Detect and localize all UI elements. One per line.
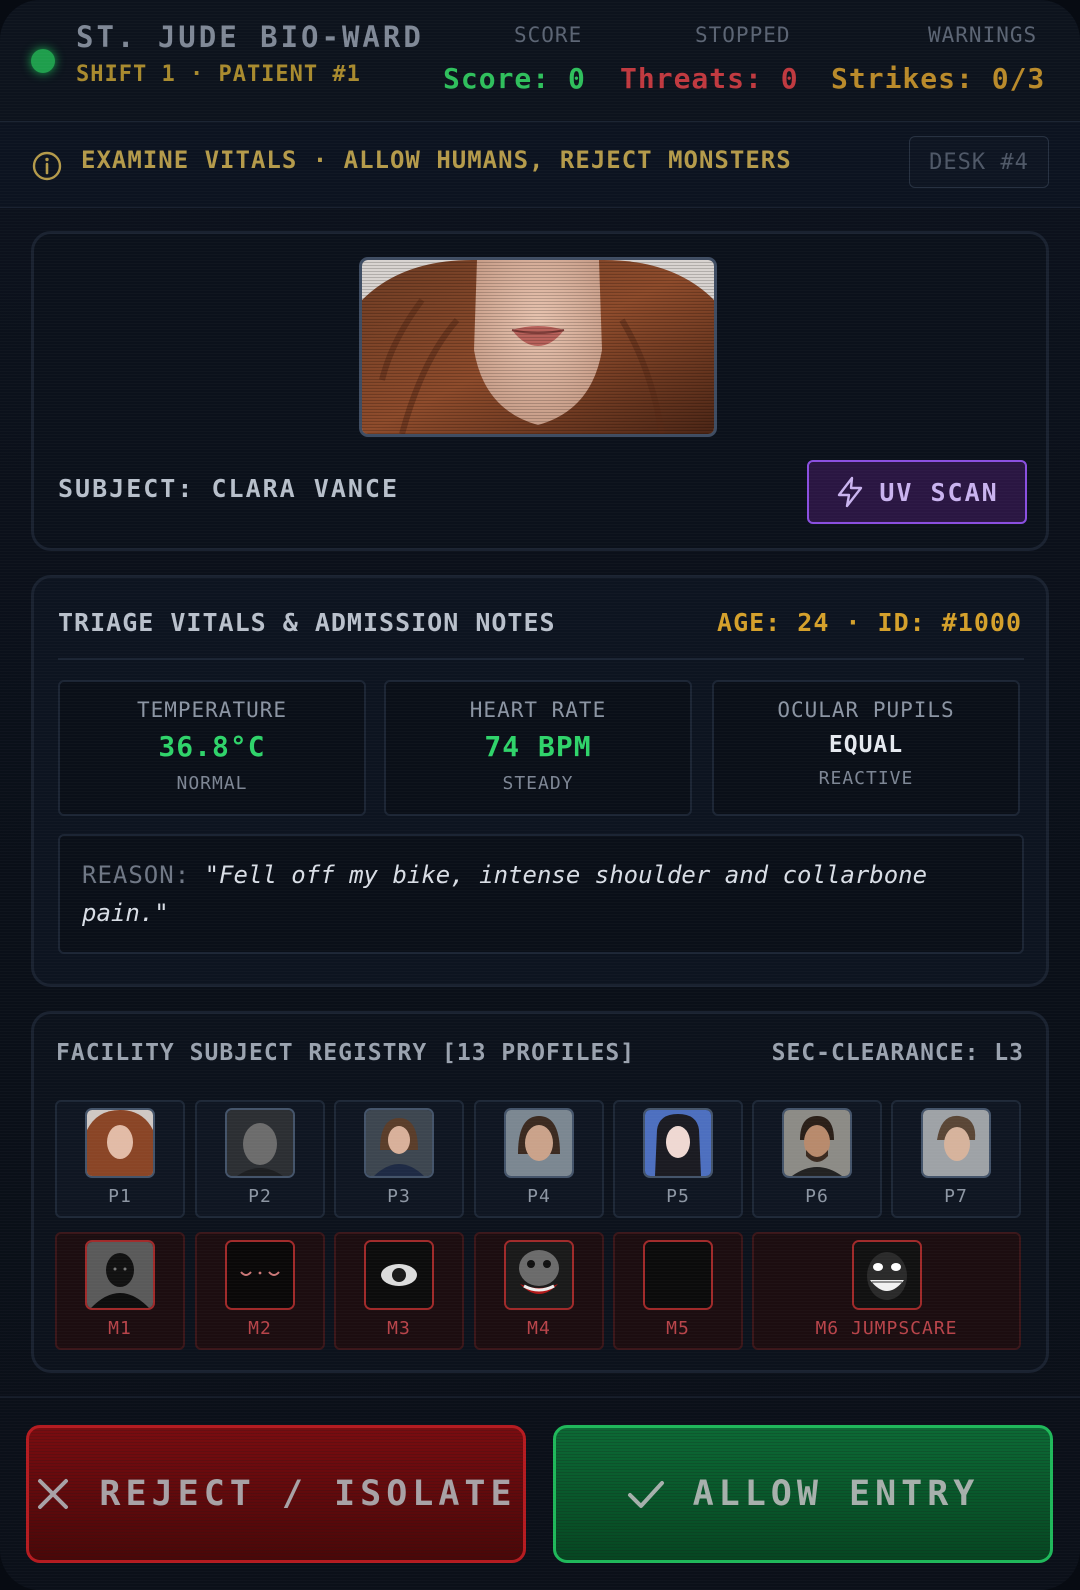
status-light	[31, 49, 55, 73]
subject-portrait	[359, 257, 717, 437]
info-icon	[32, 151, 62, 181]
profile-label: P4	[527, 1186, 551, 1207]
profile-label: M2	[248, 1318, 272, 1339]
strikes-value: Strikes: 0/3	[831, 62, 1046, 95]
subject-registry: FACILITY SUBJECT REGISTRY [13 PROFILES] …	[31, 1011, 1049, 1373]
security-clearance: SEC-CLEARANCE: L3	[771, 1040, 1024, 1066]
lightning-icon	[838, 476, 863, 508]
profile-thumbnail	[643, 1108, 713, 1178]
profile-label: P2	[248, 1186, 272, 1207]
profile-label: M4	[527, 1318, 551, 1339]
reason-label: REASON:	[82, 861, 191, 889]
profile-thumbnail	[782, 1108, 852, 1178]
profile-m3[interactable]: M3	[334, 1232, 464, 1350]
profile-label: P5	[666, 1186, 690, 1207]
reject-isolate-button[interactable]: REJECT / ISOLATE	[26, 1425, 526, 1563]
profile-thumbnail	[225, 1240, 295, 1310]
reject-label: REJECT / ISOLATE	[99, 1474, 517, 1514]
profile-label: P1	[108, 1186, 132, 1207]
profile-label: M5	[666, 1318, 690, 1339]
uv-scan-label: UV SCAN	[879, 477, 999, 507]
profile-m4[interactable]: M4	[474, 1232, 604, 1350]
instruction-bar: EXAMINE VITALS · ALLOW HUMANS, REJECT MO…	[0, 122, 1080, 208]
pupils-status: REACTIVE	[818, 768, 914, 789]
vitals-title: TRIAGE VITALS & ADMISSION NOTES	[58, 608, 556, 637]
profile-p7[interactable]: P7	[891, 1100, 1021, 1218]
divider	[58, 658, 1024, 660]
score-value: Score: 0	[443, 62, 586, 95]
admission-reason: REASON: "Fell off my bike, intense shoul…	[58, 834, 1024, 954]
profile-p1[interactable]: P1	[55, 1100, 185, 1218]
uv-scan-button[interactable]: UV SCAN	[807, 460, 1027, 524]
age-id-label: AGE: 24 · ID: #1000	[717, 608, 1022, 637]
profile-p5[interactable]: P5	[613, 1100, 743, 1218]
allow-entry-button[interactable]: ALLOW ENTRY	[553, 1425, 1053, 1563]
subject-name: SUBJECT: CLARA VANCE	[58, 474, 400, 503]
profile-p6[interactable]: P6	[752, 1100, 882, 1218]
profile-m2[interactable]: M2	[195, 1232, 325, 1350]
warnings-label: WARNINGS	[928, 23, 1038, 47]
allow-label: ALLOW ENTRY	[692, 1474, 980, 1514]
pupils-card: OCULAR PUPILS EQUAL REACTIVE	[712, 680, 1020, 816]
profile-thumbnail	[504, 1240, 574, 1310]
desk-badge: DESK #4	[909, 136, 1049, 188]
divider	[0, 1396, 1080, 1398]
profile-label: P7	[944, 1186, 968, 1207]
profile-m1[interactable]: M1	[55, 1232, 185, 1350]
profile-label: M6 JUMPSCARE	[815, 1318, 958, 1339]
stopped-label: STOPPED	[695, 23, 791, 47]
profile-thumbnail	[364, 1108, 434, 1178]
profile-label: P6	[805, 1186, 829, 1207]
temperature-status: NORMAL	[176, 773, 248, 794]
temperature-label: TEMPERATURE	[136, 698, 288, 722]
profile-label: M1	[108, 1318, 132, 1339]
temperature-value: 36.8°C	[158, 730, 266, 763]
registry-title: FACILITY SUBJECT REGISTRY [13 PROFILES]	[56, 1040, 636, 1066]
shift-patient-label: SHIFT 1 · PATIENT #1	[76, 62, 361, 87]
heart-rate-status: STEADY	[502, 773, 574, 794]
vitals-panel: TRIAGE VITALS & ADMISSION NOTES AGE: 24 …	[31, 575, 1049, 987]
reason-text: "Fell off my bike, intense shoulder and …	[82, 861, 928, 927]
profile-m5[interactable]: M5	[613, 1232, 743, 1350]
heart-rate-card: HEART RATE 74 BPM STEADY	[384, 680, 692, 816]
profile-thumbnail	[504, 1108, 574, 1178]
heart-rate-label: HEART RATE	[469, 698, 607, 722]
profile-thumbnail	[85, 1240, 155, 1310]
instruction-text: EXAMINE VITALS · ALLOW HUMANS, REJECT MO…	[81, 146, 792, 174]
ward-title: ST. JUDE BIO-WARD	[76, 20, 424, 54]
pupils-label: OCULAR PUPILS	[777, 698, 955, 722]
profile-thumbnail	[364, 1240, 434, 1310]
profile-thumbnail	[225, 1108, 295, 1178]
score-label: SCORE	[514, 23, 583, 47]
heart-rate-value: 74 BPM	[484, 730, 592, 763]
check-icon	[627, 1481, 664, 1508]
profile-p4[interactable]: P4	[474, 1100, 604, 1218]
temperature-card: TEMPERATURE 36.8°C NORMAL	[58, 680, 366, 816]
profile-thumbnail	[85, 1108, 155, 1178]
profile-thumbnail	[643, 1240, 713, 1310]
profile-p2[interactable]: P2	[195, 1100, 325, 1218]
profile-thumbnail	[921, 1108, 991, 1178]
subject-panel: SUBJECT: CLARA VANCE UV SCAN	[31, 231, 1049, 551]
status-header: ST. JUDE BIO-WARD SHIFT 1 · PATIENT #1 S…	[0, 0, 1080, 122]
game-screen: ST. JUDE BIO-WARD SHIFT 1 · PATIENT #1 S…	[0, 0, 1080, 1590]
profile-m6[interactable]: M6 JUMPSCARE	[752, 1232, 1021, 1350]
profile-p3[interactable]: P3	[334, 1100, 464, 1218]
close-icon	[38, 1479, 69, 1509]
profile-thumbnail	[852, 1240, 922, 1310]
pupils-value: EQUAL	[828, 732, 904, 758]
profile-label: P3	[387, 1186, 411, 1207]
profile-label: M3	[387, 1318, 411, 1339]
threats-value: Threats: 0	[620, 62, 799, 95]
